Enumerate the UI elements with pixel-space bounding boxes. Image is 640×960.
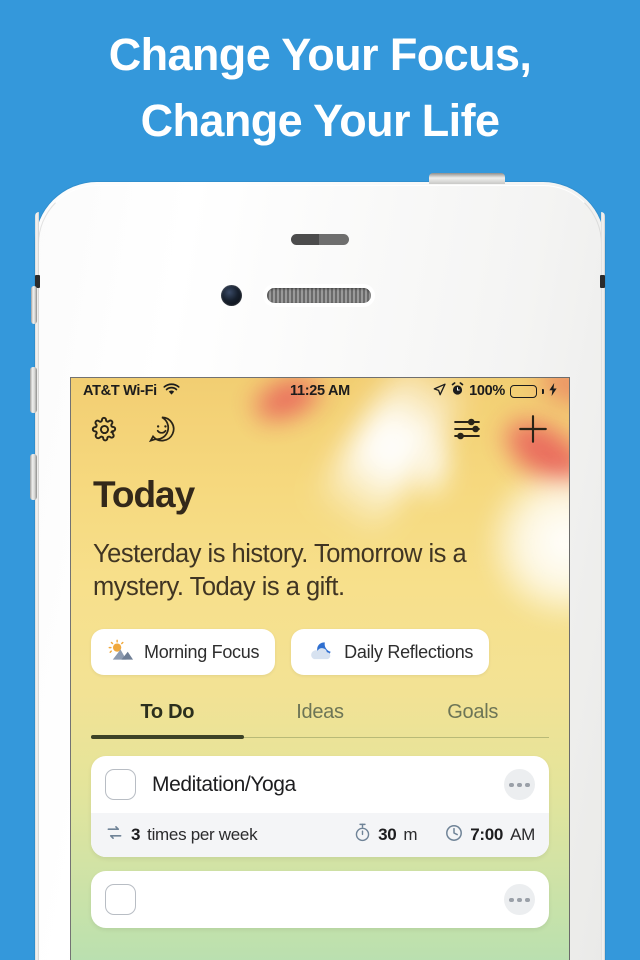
plus-icon[interactable] xyxy=(517,413,549,445)
task-duration-unit: m xyxy=(403,825,418,845)
sliders-icon[interactable] xyxy=(453,417,481,441)
morning-focus-button[interactable]: Morning Focus xyxy=(91,629,276,676)
task-card[interactable]: Meditation/Yoga 3 times per week 30 m 7:… xyxy=(91,756,549,858)
task-time: 7:00 AM xyxy=(445,824,535,847)
battery-tip xyxy=(542,388,544,394)
phone-mockup: AT&T Wi-Fi 11:25 AM 100% Today Yesterday… xyxy=(30,173,605,960)
phone-screen: AT&T Wi-Fi 11:25 AM 100% Today Yesterday… xyxy=(71,378,569,960)
proximity-sensor xyxy=(291,234,349,245)
task-duration: 30 m xyxy=(354,823,418,847)
headline-line-2: Change Your Life xyxy=(140,95,500,147)
phone-rim-left xyxy=(35,212,39,960)
status-bar: AT&T Wi-Fi 11:25 AM 100% xyxy=(71,378,569,404)
task-repeat-text: times per week xyxy=(147,825,258,845)
antenna-band-right xyxy=(600,275,605,288)
power-button[interactable] xyxy=(429,173,505,184)
phone-rim-right xyxy=(601,212,605,960)
location-arrow-icon xyxy=(433,383,446,400)
daily-quote: Yesterday is history. Tomorrow is a myst… xyxy=(93,540,467,601)
task-meta-row: 3 times per week 30 m 7:00 AM xyxy=(91,813,549,858)
mute-switch[interactable] xyxy=(31,286,37,324)
more-options-icon[interactable] xyxy=(504,769,535,801)
checkbox-empty-icon[interactable] xyxy=(105,884,136,916)
stopwatch-icon xyxy=(354,823,371,847)
alarm-clock-icon xyxy=(451,382,464,400)
tab-goals[interactable]: Goals xyxy=(396,701,549,737)
task-time-period: AM xyxy=(510,825,535,845)
task-card[interactable] xyxy=(91,871,549,929)
task-list: Meditation/Yoga 3 times per week 30 m 7:… xyxy=(91,756,549,929)
battery-icon xyxy=(510,384,537,398)
sunrise-mountain-icon xyxy=(107,639,134,666)
carrier-label: AT&T Wi-Fi xyxy=(83,383,157,399)
front-camera-icon xyxy=(221,285,242,306)
task-repeat: 3 times per week xyxy=(105,824,258,846)
wifi-icon xyxy=(163,382,180,400)
volume-down-button[interactable] xyxy=(30,454,37,500)
daily-reflections-button[interactable]: Daily Reflections xyxy=(291,629,490,676)
gear-icon[interactable] xyxy=(91,416,118,443)
earpiece-speaker xyxy=(267,288,371,303)
task-title: Meditation/Yoga xyxy=(152,772,296,796)
task-time-value: 7:00 xyxy=(470,825,504,845)
daily-reflections-label: Daily Reflections xyxy=(344,641,474,662)
volume-up-button[interactable] xyxy=(30,367,37,413)
task-repeat-count: 3 xyxy=(131,825,141,845)
more-options-icon[interactable] xyxy=(504,884,535,916)
lightning-bolt-icon xyxy=(549,382,557,400)
page-title: Today xyxy=(93,474,195,515)
clock-icon xyxy=(445,824,463,847)
status-bar-time: 11:25 AM xyxy=(290,383,350,399)
tab-ideas[interactable]: Ideas xyxy=(244,701,397,737)
headline-line-1: Change Your Focus, xyxy=(108,29,532,80)
promo-headline: Change Your Focus, Change Your Life xyxy=(0,22,640,154)
morning-focus-label: Morning Focus xyxy=(144,641,260,662)
checkbox-empty-icon[interactable] xyxy=(105,769,136,801)
content-tabs: To Do Ideas Goals xyxy=(91,701,549,739)
quick-action-pills: Morning Focus Daily Reflections xyxy=(91,629,549,676)
repeat-icon xyxy=(105,824,124,846)
tab-to-do[interactable]: To Do xyxy=(91,701,244,739)
task-duration-value: 30 xyxy=(378,825,397,845)
app-toolbar xyxy=(71,404,569,454)
smiley-face-icon[interactable] xyxy=(148,415,176,443)
moon-cloud-icon xyxy=(307,639,334,666)
battery-percent-label: 100% xyxy=(469,383,505,399)
